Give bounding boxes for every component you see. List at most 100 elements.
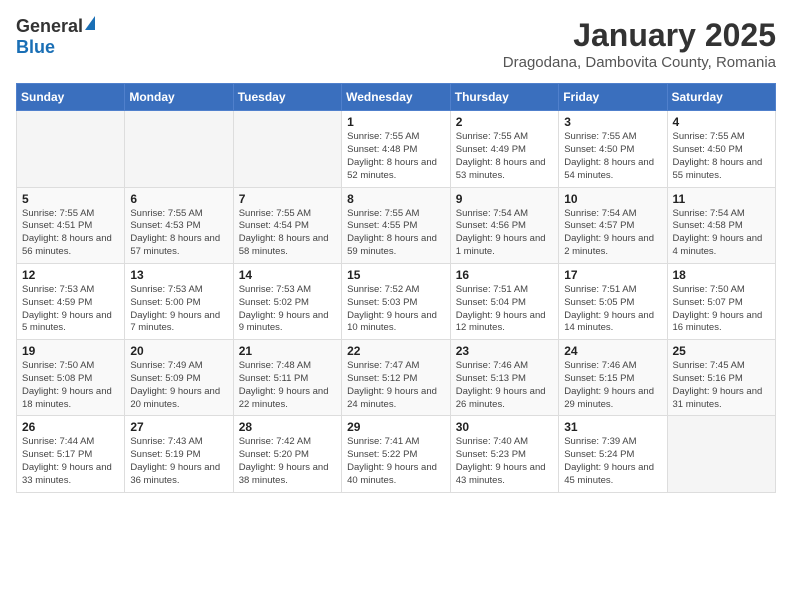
calendar-cell: 7 Sunrise: 7:55 AM Sunset: 4:54 PM Daylig…: [233, 187, 341, 263]
day-info: Sunrise: 7:52 AM Sunset: 5:03 PM Dayligh…: [347, 284, 445, 335]
day-info: Sunrise: 7:53 AM Sunset: 4:59 PM Dayligh…: [22, 284, 119, 335]
day-number: 10: [564, 192, 661, 206]
day-number: 5: [22, 192, 119, 206]
day-info: Sunrise: 7:55 AM Sunset: 4:49 PM Dayligh…: [456, 131, 553, 182]
title-block: January 2025 Dragodana, Dambovita County…: [503, 16, 776, 71]
calendar-header-row: SundayMondayTuesdayWednesdayThursdayFrid…: [17, 84, 776, 111]
logo-blue-text: Blue: [16, 37, 55, 58]
day-info: Sunrise: 7:46 AM Sunset: 5:13 PM Dayligh…: [456, 360, 553, 411]
weekday-header: Sunday: [17, 84, 125, 111]
day-info: Sunrise: 7:53 AM Sunset: 5:02 PM Dayligh…: [239, 284, 336, 335]
day-info: Sunrise: 7:40 AM Sunset: 5:23 PM Dayligh…: [456, 436, 553, 487]
day-number: 17: [564, 268, 661, 282]
day-number: 25: [673, 344, 771, 358]
day-info: Sunrise: 7:55 AM Sunset: 4:51 PM Dayligh…: [22, 208, 119, 259]
day-number: 7: [239, 192, 336, 206]
day-info: Sunrise: 7:55 AM Sunset: 4:50 PM Dayligh…: [564, 131, 661, 182]
calendar-cell: 11Sunrise: 7:54 AM Sunset: 4:58 PM Dayli…: [667, 187, 776, 263]
day-info: Sunrise: 7:55 AM Sunset: 4:54 PM Dayligh…: [239, 208, 336, 259]
logo: General Blue: [16, 16, 95, 58]
calendar-cell: 9 Sunrise: 7:54 AM Sunset: 4:56 PM Daylig…: [450, 187, 558, 263]
day-info: Sunrise: 7:44 AM Sunset: 5:17 PM Dayligh…: [22, 436, 119, 487]
calendar-cell: 23 Sunrise: 7:46 AM Sunset: 5:13 PM Dayli…: [450, 340, 558, 416]
calendar-week-row: 12 Sunrise: 7:53 AM Sunset: 4:59 PM Dayli…: [17, 263, 776, 339]
day-info: Sunrise: 7:54 AM Sunset: 4:58 PM Dayligh…: [673, 208, 771, 259]
day-info: Sunrise: 7:55 AM Sunset: 4:53 PM Dayligh…: [130, 208, 227, 259]
page-header: General Blue January 2025 Dragodana, Dam…: [16, 16, 776, 71]
calendar-cell: 15 Sunrise: 7:52 AM Sunset: 5:03 PM Dayli…: [342, 263, 451, 339]
calendar-week-row: 5 Sunrise: 7:55 AM Sunset: 4:51 PM Daylig…: [17, 187, 776, 263]
calendar-cell: 29 Sunrise: 7:41 AM Sunset: 5:22 PM Dayli…: [342, 416, 451, 492]
calendar-cell: 27Sunrise: 7:43 AM Sunset: 5:19 PM Dayli…: [125, 416, 233, 492]
month-title: January 2025: [503, 16, 776, 54]
calendar-cell: 8 Sunrise: 7:55 AM Sunset: 4:55 PM Daylig…: [342, 187, 451, 263]
day-number: 16: [456, 268, 553, 282]
day-info: Sunrise: 7:49 AM Sunset: 5:09 PM Dayligh…: [130, 360, 227, 411]
calendar-cell: 20 Sunrise: 7:49 AM Sunset: 5:09 PM Dayli…: [125, 340, 233, 416]
day-number: 31: [564, 420, 661, 434]
day-number: 27: [130, 420, 227, 434]
day-info: Sunrise: 7:51 AM Sunset: 5:05 PM Dayligh…: [564, 284, 661, 335]
calendar-table: SundayMondayTuesdayWednesdayThursdayFrid…: [16, 83, 776, 492]
day-info: Sunrise: 7:50 AM Sunset: 5:07 PM Dayligh…: [673, 284, 771, 335]
weekday-header: Tuesday: [233, 84, 341, 111]
day-info: Sunrise: 7:50 AM Sunset: 5:08 PM Dayligh…: [22, 360, 119, 411]
calendar-cell: 12 Sunrise: 7:53 AM Sunset: 4:59 PM Dayli…: [17, 263, 125, 339]
day-number: 19: [22, 344, 119, 358]
day-number: 28: [239, 420, 336, 434]
calendar-cell: 17 Sunrise: 7:51 AM Sunset: 5:05 PM Dayli…: [559, 263, 667, 339]
day-number: 20: [130, 344, 227, 358]
calendar-cell: 5 Sunrise: 7:55 AM Sunset: 4:51 PM Daylig…: [17, 187, 125, 263]
day-number: 18: [673, 268, 771, 282]
calendar-cell: 3Sunrise: 7:55 AM Sunset: 4:50 PM Daylig…: [559, 111, 667, 187]
day-number: 21: [239, 344, 336, 358]
calendar-cell: [125, 111, 233, 187]
day-number: 24: [564, 344, 661, 358]
day-number: 4: [673, 115, 771, 129]
day-info: Sunrise: 7:55 AM Sunset: 4:50 PM Dayligh…: [673, 131, 771, 182]
calendar-cell: [233, 111, 341, 187]
day-info: Sunrise: 7:55 AM Sunset: 4:48 PM Dayligh…: [347, 131, 445, 182]
day-number: 8: [347, 192, 445, 206]
day-number: 30: [456, 420, 553, 434]
calendar-cell: 30 Sunrise: 7:40 AM Sunset: 5:23 PM Dayli…: [450, 416, 558, 492]
calendar-cell: 31 Sunrise: 7:39 AM Sunset: 5:24 PM Dayli…: [559, 416, 667, 492]
day-number: 2: [456, 115, 553, 129]
calendar-cell: 1 Sunrise: 7:55 AM Sunset: 4:48 PM Daylig…: [342, 111, 451, 187]
calendar-cell: 28 Sunrise: 7:42 AM Sunset: 5:20 PM Dayli…: [233, 416, 341, 492]
day-info: Sunrise: 7:41 AM Sunset: 5:22 PM Dayligh…: [347, 436, 445, 487]
day-info: Sunrise: 7:54 AM Sunset: 4:56 PM Dayligh…: [456, 208, 553, 259]
calendar-cell: 10Sunrise: 7:54 AM Sunset: 4:57 PM Dayli…: [559, 187, 667, 263]
calendar-week-row: 1 Sunrise: 7:55 AM Sunset: 4:48 PM Daylig…: [17, 111, 776, 187]
day-number: 29: [347, 420, 445, 434]
day-info: Sunrise: 7:42 AM Sunset: 5:20 PM Dayligh…: [239, 436, 336, 487]
weekday-header: Thursday: [450, 84, 558, 111]
day-number: 1: [347, 115, 445, 129]
day-info: Sunrise: 7:39 AM Sunset: 5:24 PM Dayligh…: [564, 436, 661, 487]
calendar-cell: 14Sunrise: 7:53 AM Sunset: 5:02 PM Dayli…: [233, 263, 341, 339]
day-info: Sunrise: 7:51 AM Sunset: 5:04 PM Dayligh…: [456, 284, 553, 335]
day-number: 9: [456, 192, 553, 206]
calendar-cell: 19 Sunrise: 7:50 AM Sunset: 5:08 PM Dayli…: [17, 340, 125, 416]
calendar-cell: 16 Sunrise: 7:51 AM Sunset: 5:04 PM Dayli…: [450, 263, 558, 339]
day-number: 12: [22, 268, 119, 282]
day-number: 23: [456, 344, 553, 358]
calendar-cell: [667, 416, 776, 492]
day-info: Sunrise: 7:55 AM Sunset: 4:55 PM Dayligh…: [347, 208, 445, 259]
calendar-cell: 22Sunrise: 7:47 AM Sunset: 5:12 PM Dayli…: [342, 340, 451, 416]
calendar-cell: [17, 111, 125, 187]
day-number: 15: [347, 268, 445, 282]
day-info: Sunrise: 7:48 AM Sunset: 5:11 PM Dayligh…: [239, 360, 336, 411]
logo-arrow-icon: [85, 16, 95, 30]
location-title: Dragodana, Dambovita County, Romania: [503, 54, 776, 71]
calendar-week-row: 26Sunrise: 7:44 AM Sunset: 5:17 PM Dayli…: [17, 416, 776, 492]
calendar-cell: 26Sunrise: 7:44 AM Sunset: 5:17 PM Dayli…: [17, 416, 125, 492]
calendar-cell: 4 Sunrise: 7:55 AM Sunset: 4:50 PM Daylig…: [667, 111, 776, 187]
day-number: 6: [130, 192, 227, 206]
day-info: Sunrise: 7:47 AM Sunset: 5:12 PM Dayligh…: [347, 360, 445, 411]
calendar-cell: 25 Sunrise: 7:45 AM Sunset: 5:16 PM Dayli…: [667, 340, 776, 416]
weekday-header: Wednesday: [342, 84, 451, 111]
calendar-cell: 21 Sunrise: 7:48 AM Sunset: 5:11 PM Dayli…: [233, 340, 341, 416]
day-info: Sunrise: 7:45 AM Sunset: 5:16 PM Dayligh…: [673, 360, 771, 411]
weekday-header: Friday: [559, 84, 667, 111]
